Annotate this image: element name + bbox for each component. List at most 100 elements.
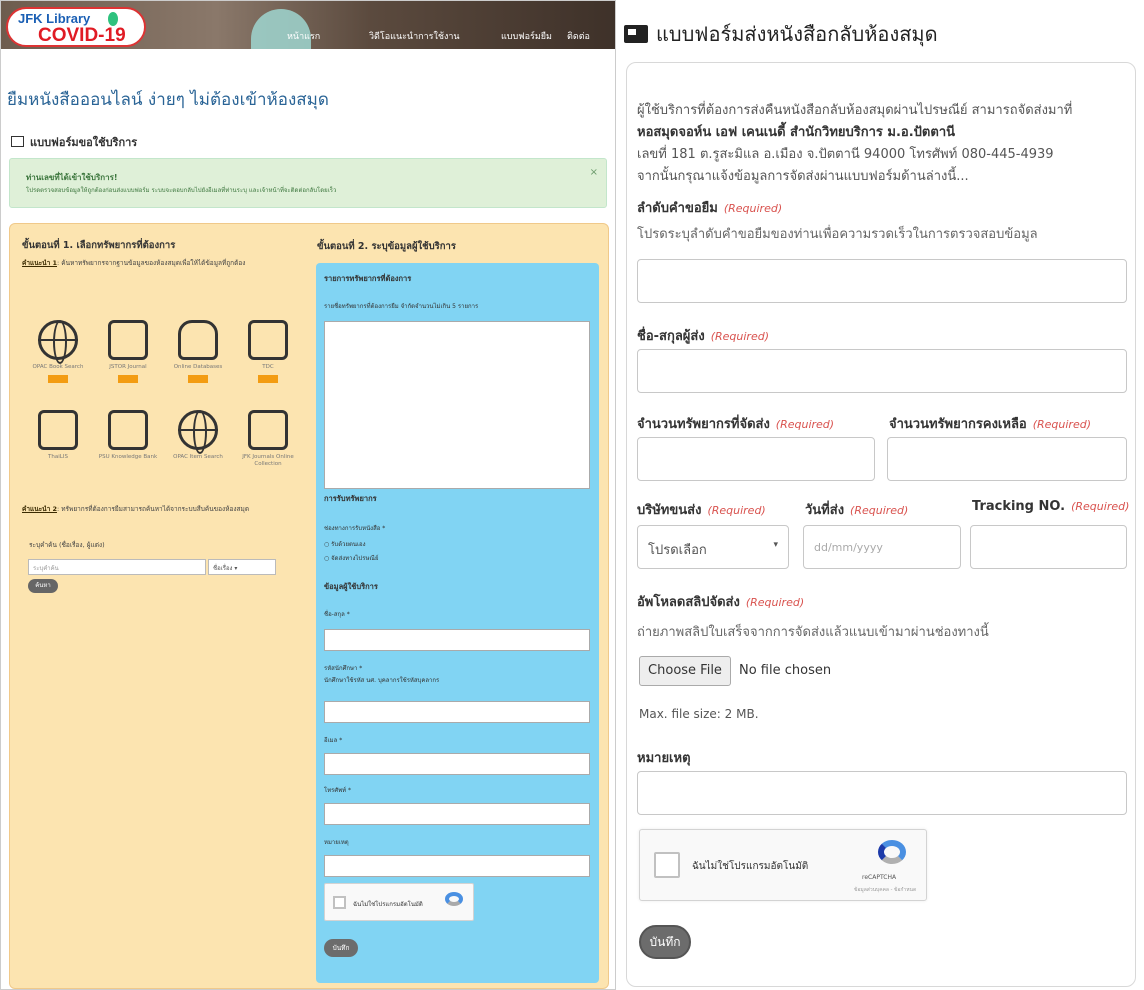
required-tag: (Required): [710, 330, 769, 343]
reader-icon: [108, 410, 148, 450]
delivery-opt1-text: รับด้วยตนเอง: [331, 541, 366, 548]
logo-figure-icon: [108, 12, 118, 26]
sent-count-input[interactable]: [637, 437, 875, 481]
intro-line-2: หอสมุดจอห์น เอฟ เคนเนดี้ สำนักวิทยบริการ…: [637, 125, 956, 140]
recaptcha-links[interactable]: ข้อมูลส่วนบุคคล - ข้อกำหนด: [854, 886, 916, 894]
note2-text: : ทรัพยากรที่ต้องการยืมสามารถค้นหาได้จาก…: [57, 505, 250, 513]
note-input[interactable]: [637, 771, 1127, 815]
save-button[interactable]: บันทึก: [639, 925, 691, 959]
resource-opac-item[interactable]: OPAC Item Search: [168, 410, 228, 461]
delivery-opt2-text: จัดส่งทางไปรษณีย์: [331, 555, 379, 562]
resource-caption: Online Databases: [173, 364, 223, 370]
recaptcha-logo-icon: [445, 892, 463, 906]
requested-items-textarea[interactable]: [324, 321, 590, 489]
remaining-count-input[interactable]: [887, 437, 1127, 481]
search-select-value: ชื่อเรื่อง: [213, 565, 233, 572]
resource-caption: OPAC Book Search: [32, 364, 84, 370]
email-input[interactable]: [324, 753, 590, 775]
left-screenshot-panel: JFK Library COVID-19 หน้าแรก วิดีโอแนะนำ…: [0, 0, 616, 990]
nav-borrow-form[interactable]: แบบฟอร์มยืม: [501, 29, 552, 43]
catalog-search-input[interactable]: ระบุคำค้น: [28, 559, 206, 575]
order-number-help: โปรดระบุลำดับคำขอยืมของท่านเพื่อความรวดเ…: [637, 227, 1038, 242]
sent-count-text: จำนวนทรัพยากรที่จัดส่ง: [637, 417, 770, 432]
resource-caption: JSTOR Journal: [109, 364, 147, 370]
resource-thailis[interactable]: ThaiLIS: [28, 410, 88, 461]
tracking-label-text: Tracking NO.: [972, 499, 1066, 514]
resource-jfk-journals[interactable]: JFK Journals Online Collection: [238, 410, 298, 468]
resource-databases[interactable]: Online Databases: [168, 320, 228, 383]
resource-knowledge-bank[interactable]: PSU Knowledge Bank: [98, 410, 158, 461]
required-tag: (Required): [1032, 418, 1091, 431]
save-button[interactable]: บันทึก: [324, 939, 358, 957]
student-id-hint: นักศึกษาใช้รหัส นศ. บุคลากรใช้รหัสบุคลาก…: [324, 677, 440, 684]
requested-items-hint: รายชื่อทรัพยากรที่ต้องการยืม จำกัดจำนวนไ…: [324, 303, 479, 310]
section-receive-method: การรับทรัพยากร: [324, 494, 377, 503]
site-logo[interactable]: JFK Library COVID-19: [6, 7, 146, 47]
tablet-icon: [108, 320, 148, 360]
note-label: หมายเหตุ: [324, 839, 349, 846]
remaining-count-label: จำนวนทรัพยากรคงเหลือ (Required): [889, 413, 1091, 434]
resource-caption: PSU Knowledge Bank: [98, 454, 158, 460]
note-input[interactable]: [324, 855, 590, 877]
section-requested-items: รายการทรัพยากรที่ต้องการ: [324, 274, 412, 283]
note1-text: : ค้นหาทรัพยากรจากฐานข้อมูลของห้องสมุดเพ…: [57, 259, 246, 267]
search-label: ระบุคำค้น (ชื่อเรื่อง, ผู้แต่ง): [29, 541, 105, 549]
resource-badge: [118, 375, 138, 383]
order-number-label: ลำดับคำขอยืม (Required): [637, 197, 782, 218]
resource-badge: [258, 375, 278, 383]
resource-tdc[interactable]: TDC: [238, 320, 298, 383]
alert-text: โปรดตรวจสอบข้อมูลให้ถูกต้องก่อนส่งแบบฟอร…: [26, 187, 337, 194]
phone-input[interactable]: [324, 803, 590, 825]
edit-icon: [11, 136, 24, 147]
nav-home[interactable]: หน้าแรก: [287, 29, 320, 43]
sender-name-input[interactable]: [637, 349, 1127, 393]
note2-label: คำแนะนำ 2: [22, 505, 58, 513]
remaining-count-text: จำนวนทรัพยากรคงเหลือ: [889, 417, 1027, 432]
order-number-input[interactable]: [637, 259, 1127, 303]
close-icon[interactable]: ×: [590, 167, 598, 178]
nav-contact[interactable]: ติดต่อ: [567, 29, 590, 43]
form-title-text: แบบฟอร์มขอใช้บริการ: [30, 136, 138, 149]
catalog-search-button[interactable]: ค้นหา: [28, 579, 58, 593]
recaptcha-widget: ฉันไม่ใช่โปรแกรมอัตโนมัติ reCAPTCHA ข้อม…: [639, 829, 927, 901]
sender-label-text: ชื่อ-สกุลผู้ส่ง: [637, 329, 705, 344]
tracking-label: Tracking NO. (Required): [972, 499, 1129, 514]
recaptcha-widget: ฉันไม่ใช่โปรแกรมอัตโนมัติ: [324, 883, 474, 921]
ship-date-input[interactable]: dd/mm/yyyy: [803, 525, 961, 569]
delivery-label: ช่องทางการรับหนังสือ *: [324, 525, 386, 532]
delivery-option-self[interactable]: ○ รับด้วยตนเอง: [324, 539, 366, 549]
note1-label: คำแนะนำ 1: [22, 259, 58, 267]
upload-slip-help: ถ่ายภาพสลิปใบเสร็จจากการจัดส่งแล้วแนบเข้…: [637, 625, 989, 640]
student-id-input[interactable]: [324, 701, 590, 723]
section-user-info: ข้อมูลผู้ใช้บริการ: [324, 582, 378, 591]
recaptcha-text: ฉันไม่ใช่โปรแกรมอัตโนมัติ: [692, 861, 809, 872]
choose-file-button[interactable]: Choose File: [639, 656, 731, 686]
resource-opac-book[interactable]: OPAC Book Search: [28, 320, 88, 383]
upload-slip-label: อัพโหลดสลิปจัดส่ง (Required): [637, 591, 804, 612]
ship-date-text: วันที่ส่ง: [805, 503, 845, 518]
carrier-select-value: โปรดเลือก: [648, 543, 707, 558]
resource-badge: [188, 375, 208, 383]
required-tag: (Required): [745, 596, 805, 609]
catalog-search-select[interactable]: ชื่อเรื่อง ▾: [208, 559, 276, 575]
email-label: อีเมล *: [324, 737, 343, 744]
globe-icon: [178, 410, 218, 454]
nav-video-guide[interactable]: วิดีโอแนะนำการใช้งาน: [369, 29, 460, 43]
step1-note2: คำแนะนำ 2: ทรัพยากรที่ต้องการยืมสามารถค้…: [22, 504, 307, 514]
step1-note1: คำแนะนำ 1: ค้นหาทรัพยากรจากฐานข้อมูลของห…: [22, 258, 307, 268]
recaptcha-text: ฉันไม่ใช่โปรแกรมอัตโนมัติ: [353, 901, 423, 908]
tracking-input[interactable]: [970, 525, 1127, 569]
carrier-label-text: บริษัทขนส่ง: [637, 503, 702, 518]
resource-jstor[interactable]: JSTOR Journal: [98, 320, 158, 383]
return-form-card: ผู้ใช้บริการที่ต้องการส่งคืนหนังสือกลับห…: [626, 62, 1136, 987]
books-icon: [248, 410, 288, 450]
ship-date-label: วันที่ส่ง (Required): [805, 499, 908, 520]
name-input[interactable]: [324, 629, 590, 651]
recaptcha-checkbox[interactable]: [333, 896, 346, 909]
delivery-option-post[interactable]: ○ จัดส่งทางไปรษณีย์: [324, 553, 379, 563]
recaptcha-checkbox[interactable]: [654, 852, 680, 878]
student-id-label: รหัสนักศึกษา *: [324, 665, 363, 672]
database-icon: [178, 320, 218, 360]
step1-heading: ขั้นตอนที่ 1. เลือกทรัพยากรที่ต้องการ: [22, 240, 176, 251]
carrier-select[interactable]: โปรดเลือก ▾: [637, 525, 789, 569]
